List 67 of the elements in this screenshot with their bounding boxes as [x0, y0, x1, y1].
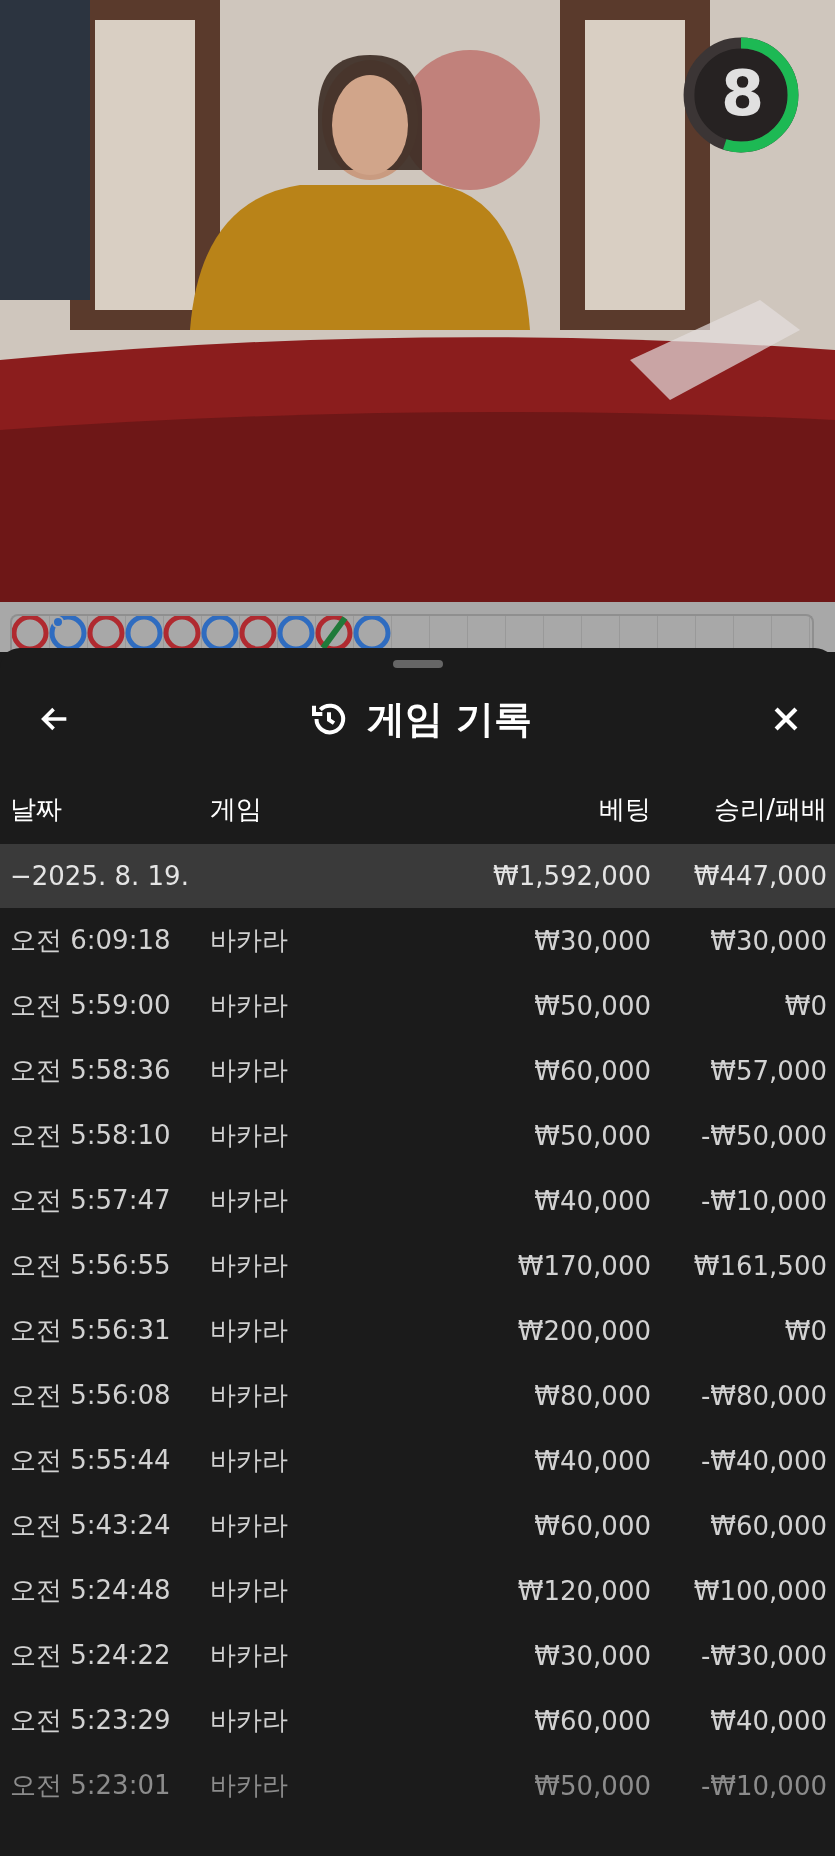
bet-cell-text: ₩120,000	[516, 1575, 651, 1606]
game-cell-text: 바카라	[210, 1314, 289, 1347]
time-cell-text: 오전 5:23:01	[10, 1769, 172, 1802]
time-cell-text: 오전 5:56:55	[10, 1249, 172, 1282]
result-cell-text: ₩60,000	[709, 1510, 827, 1541]
time-cell-text: 오전 5:59:00	[10, 989, 172, 1022]
bet-cell-text: ₩30,000	[533, 1640, 651, 1671]
column-header: 승리/패배	[713, 792, 827, 826]
column-header: 날짜	[10, 792, 63, 826]
game-cell-text: 바카라	[210, 1379, 289, 1412]
time-cell-text: 오전 5:24:22	[10, 1639, 172, 1672]
game-cell-text: 바카라	[210, 1054, 289, 1087]
game-cell-text: 바카라	[210, 989, 289, 1022]
bet-cell-text: ₩30,000	[533, 925, 651, 956]
result-cell-text: -₩10,000	[699, 1185, 827, 1216]
bet-cell-text: ₩40,000	[533, 1185, 651, 1216]
game-cell-text: 바카라	[210, 1769, 289, 1802]
bet-cell-text: ₩50,000	[533, 1770, 651, 1801]
result-cell-text: ₩161,500	[692, 1250, 827, 1281]
game-cell-text: 바카라	[210, 1119, 289, 1152]
result-cell-text: -₩10,000	[699, 1770, 827, 1801]
result-cell-text: -₩40,000	[699, 1445, 827, 1476]
time-cell-text: 오전 5:55:44	[10, 1444, 172, 1477]
time-cell-text: 오전 5:56:31	[10, 1314, 172, 1347]
bet-cell-text: ₩60,000	[533, 1510, 651, 1541]
result-cell-text: ₩0	[783, 990, 827, 1021]
group-date: −2025. 8. 19.	[10, 861, 190, 891]
countdown-number: 8	[721, 63, 765, 125]
game-cell-text: 바카라	[210, 1184, 289, 1217]
result-cell-text: -₩30,000	[699, 1640, 827, 1671]
result-cell-text: -₩50,000	[699, 1120, 827, 1151]
game-cell-text: 바카라	[210, 1509, 289, 1542]
result-cell-text: ₩40,000	[709, 1705, 827, 1736]
result-cell-text: ₩57,000	[709, 1055, 827, 1086]
game-cell-text: 바카라	[210, 924, 289, 957]
result-cell-text: ₩0	[783, 1315, 827, 1346]
time-cell-text: 오전 5:57:47	[10, 1184, 172, 1217]
time-cell-text: 오전 5:58:36	[10, 1054, 172, 1087]
bet-cell-text: ₩60,000	[533, 1705, 651, 1736]
game-cell-text: 바카라	[210, 1249, 289, 1282]
bet-cell-text: ₩50,000	[533, 1120, 651, 1151]
time-cell-text: 오전 5:24:48	[10, 1574, 172, 1607]
bet-cell-text: ₩50,000	[533, 990, 651, 1021]
time-cell-text: 오전 5:23:29	[10, 1704, 172, 1737]
game-cell-text: 바카라	[210, 1704, 289, 1737]
bet-cell-text: ₩80,000	[533, 1380, 651, 1411]
time-cell-text: 오전 5:58:10	[10, 1119, 172, 1152]
column-header: 게임	[210, 792, 263, 826]
bet-cell-text: ₩60,000	[533, 1055, 651, 1086]
drag-handle[interactable]	[392, 660, 443, 668]
game-cell-text: 바카라	[210, 1639, 289, 1672]
bet-cell-text: ₩200,000	[516, 1315, 651, 1346]
game-cell-text: 바카라	[210, 1574, 289, 1607]
result-cell-text: -₩80,000	[699, 1380, 827, 1411]
bet-cell-text: ₩170,000	[516, 1250, 651, 1281]
result-cell-text: ₩100,000	[692, 1575, 827, 1606]
group-bet-total: ₩1,592,000	[491, 861, 651, 891]
time-cell-text: 오전 5:43:24	[10, 1509, 172, 1542]
time-cell-text: 오전 6:09:18	[10, 924, 172, 957]
panel-title: 게임 기록	[366, 695, 533, 743]
time-cell-text: 오전 5:56:08	[10, 1379, 172, 1412]
column-header: 베팅	[598, 792, 651, 826]
date-group-row[interactable]: −2025. 8. 19. ₩1,592,000 ₩447,000	[0, 844, 835, 908]
result-cell-text: ₩30,000	[709, 925, 827, 956]
game-cell-text: 바카라	[210, 1444, 289, 1477]
group-result-total: ₩447,000	[692, 861, 827, 891]
bet-cell-text: ₩40,000	[533, 1445, 651, 1476]
